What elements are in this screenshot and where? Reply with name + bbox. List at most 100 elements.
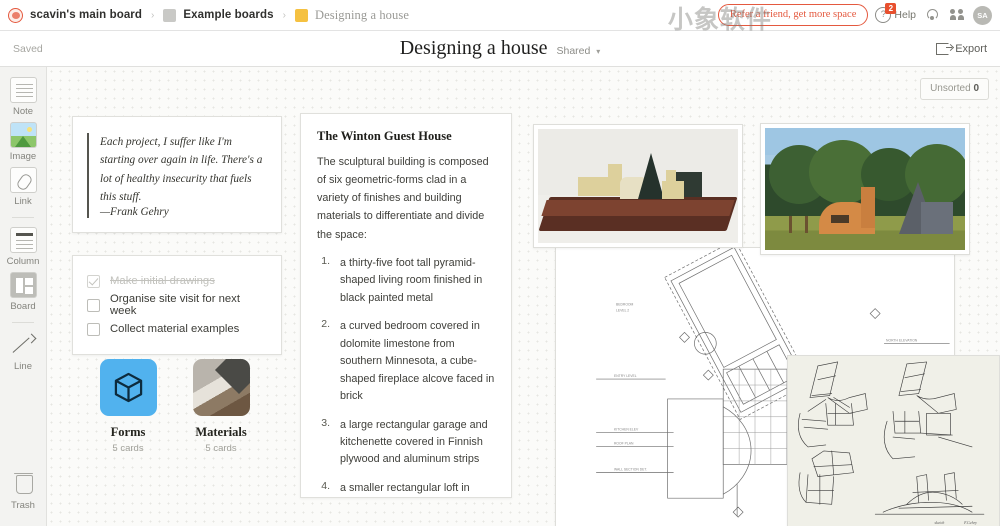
list-item-text: a thirty-five foot tall pyramid-shaped l… [340, 256, 483, 304]
breadcrumb-current: Designing a house [314, 7, 409, 22]
checkbox-icon[interactable] [87, 322, 100, 336]
guest-house-exterior-card[interactable] [760, 123, 970, 255]
export-button[interactable]: Export [936, 42, 987, 55]
svg-text:ROOF PLAN: ROOF PLAN [614, 442, 634, 446]
concept-sketches-card[interactable]: sketch F.Gehry [787, 355, 1000, 526]
help-notification-badge: 2 [885, 3, 897, 14]
home-board-avatar-icon[interactable] [8, 7, 23, 23]
svg-text:BEDROOM: BEDROOM [616, 303, 634, 307]
tool-column[interactable]: Column [6, 227, 40, 267]
tool-board[interactable]: Board [9, 272, 37, 312]
help-label: Help [894, 9, 916, 21]
checklist-card[interactable]: Make initial drawings Organise site visi… [72, 255, 282, 355]
collaborators-icon[interactable] [948, 7, 966, 23]
tool-line-label: Line [14, 361, 32, 372]
export-icon [936, 42, 953, 55]
tool-image-label: Image [9, 151, 37, 162]
board-tile-count: 5 cards [205, 443, 237, 454]
svg-text:F.Gehry: F.Gehry [963, 520, 977, 525]
list-item[interactable]: Organise site visit for next week [87, 293, 267, 317]
trash-icon [10, 471, 37, 497]
breadcrumb-separator: › [151, 9, 155, 21]
tool-link[interactable]: Link [9, 167, 37, 207]
list-item-text: a curved bedroom covered in dolomite lim… [340, 320, 495, 403]
board-icon [9, 272, 37, 298]
tool-column-label: Column [6, 256, 40, 267]
article-intro: The sculptural building is composed of s… [317, 156, 489, 241]
avatar[interactable]: SA [973, 5, 992, 25]
board-tile-forms[interactable]: Forms 5 cards [84, 359, 172, 454]
board-tile-name: Forms [110, 425, 146, 439]
tool-board-label: Board [10, 301, 36, 312]
folder-gold-icon [294, 8, 308, 22]
article-title: The Winton Guest House [317, 129, 452, 143]
line-icon [10, 332, 37, 358]
list-item[interactable]: Make initial drawings [87, 269, 267, 293]
quote-card[interactable]: Each project, I suffer like I'm starting… [72, 116, 282, 234]
svg-text:ENTRY LEVEL: ENTRY LEVEL [614, 374, 637, 378]
tool-note-label: Note [12, 106, 34, 117]
breadcrumb-bar: scavin's main board › Example boards › D… [0, 0, 1000, 34]
rail-divider-2 [12, 322, 34, 323]
note-icon [9, 77, 37, 103]
page-title[interactable]: Designing a house [400, 37, 548, 60]
checklist-item-label: Organise site visit for next week [110, 293, 240, 317]
board-title-group: Designing a house Shared ▾ [0, 37, 1000, 60]
list-item-number: 3. [321, 416, 330, 429]
list-item[interactable]: Collect material examples [87, 317, 267, 341]
checklist-item-label: Collect material examples [110, 323, 240, 335]
article-list: 1. a thirty-five foot tall pyramid-shape… [317, 255, 495, 497]
board-title-bar: Saved Designing a house Shared ▾ Export [0, 31, 1000, 67]
topbar-actions: Refer a friend, get more space ? 2 Help … [668, 3, 992, 34]
tool-link-label: Link [14, 196, 32, 207]
checkbox-checked-icon[interactable] [87, 274, 100, 288]
help-button[interactable]: ? 2 Help [875, 3, 916, 23]
quote-block: Each project, I suffer like I'm starting… [87, 133, 267, 219]
checklist-item-label: Make initial drawings [110, 275, 215, 287]
tool-image[interactable]: Image [9, 122, 37, 162]
unsorted-count: 0 [973, 83, 979, 94]
breadcrumb-home[interactable]: scavin's main board [30, 9, 142, 21]
architectural-model-photo [538, 129, 738, 243]
notifications-bell-icon[interactable] [923, 7, 941, 23]
sketch-drawing: sketch F.Gehry [798, 361, 985, 525]
board-canvas[interactable]: Unsorted 0 Each project, I suffer like I… [47, 67, 1000, 526]
svg-text:NORTH ELEVATION: NORTH ELEVATION [886, 338, 918, 342]
cube-icon [99, 359, 157, 416]
tool-line[interactable]: Line [10, 332, 37, 372]
list-item-number: 2. [321, 318, 330, 331]
board-tile-name: Materials [195, 425, 247, 439]
tool-note[interactable]: Note [9, 77, 37, 117]
question-mark-icon: ? 2 [875, 3, 897, 23]
tool-trash[interactable]: Trash [10, 471, 37, 511]
concept-sketches: sketch F.Gehry [788, 356, 999, 526]
link-icon [9, 167, 37, 193]
unsorted-badge[interactable]: Unsorted 0 [920, 78, 989, 100]
refer-a-friend-button[interactable]: Refer a friend, get more space [717, 4, 869, 26]
architectural-model-card[interactable] [533, 124, 743, 248]
breadcrumb-example-boards[interactable]: Example boards [183, 9, 273, 21]
list-item-text: a smaller rectangular loft in galvanized… [340, 481, 470, 494]
export-label: Export [955, 42, 987, 55]
svg-text:LEVEL 2: LEVEL 2 [616, 309, 629, 313]
rail-divider [12, 217, 34, 218]
workspace: Note Image Link Column Board Line Trash [0, 67, 1000, 526]
list-item: 3. a large rectangular garage and kitche… [317, 417, 495, 469]
list-item: 2. a curved bedroom covered in dolomite … [317, 318, 495, 405]
list-item-number: 4. [321, 479, 330, 492]
board-tile-materials[interactable]: Materials 5 cards [177, 359, 265, 454]
tool-rail: Note Image Link Column Board Line Trash [0, 67, 47, 526]
breadcrumb: scavin's main board › Example boards › D… [8, 7, 718, 23]
chevron-down-icon: ▾ [596, 47, 601, 56]
sharing-status-dropdown[interactable]: Shared ▾ [556, 45, 600, 57]
quote-text: Each project, I suffer like I'm starting… [100, 136, 263, 203]
checkbox-icon[interactable] [87, 298, 100, 312]
svg-text:KITCHEN ELEV: KITCHEN ELEV [614, 428, 639, 432]
svg-text:sketch: sketch [935, 520, 945, 525]
svg-text:WALL SECTION DET.: WALL SECTION DET. [614, 467, 647, 471]
list-item-text: a large rectangular garage and kitchenet… [340, 418, 488, 466]
image-icon [9, 122, 37, 148]
folder-grey-icon [163, 8, 177, 22]
article-card[interactable]: The Winton Guest House The sculptural bu… [300, 113, 512, 498]
list-item: 4. a smaller rectangular loft in galvani… [317, 479, 495, 497]
